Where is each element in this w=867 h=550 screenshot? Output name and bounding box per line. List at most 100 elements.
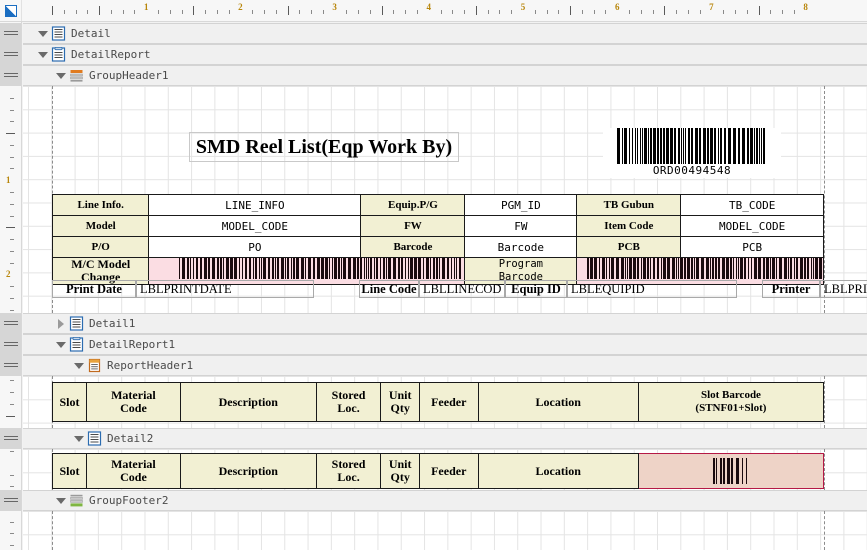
ruler-tick <box>10 215 14 217</box>
ruler-tick <box>723 10 725 14</box>
cell-line-info-label[interactable]: Line Info. <box>51 194 150 216</box>
expander-down-icon[interactable] <box>73 360 84 371</box>
cell-equip-pg-label[interactable]: Equip.P/G <box>360 194 466 216</box>
band-header-reportheader1[interactable]: ReportHeader1 <box>23 355 867 376</box>
slot-header-cell-6[interactable]: Location <box>477 382 639 422</box>
cell-item-code-label[interactable]: Item Code <box>576 215 682 237</box>
print-date-label[interactable]: Print Date <box>52 280 136 298</box>
print-date-value[interactable]: LBLPRINTDATE <box>136 280 314 298</box>
slot-detail-cell-1[interactable]: Material Code <box>85 453 181 489</box>
cell-po-value[interactable]: PO <box>148 236 362 258</box>
slot-detail-cell-2[interactable]: Description <box>179 453 317 489</box>
slot-detail-cell-5[interactable]: Feeder <box>418 453 479 489</box>
cell-tb-gubun-value[interactable]: TB_CODE <box>680 194 824 216</box>
slot-header-cell-0[interactable]: Slot <box>52 382 87 422</box>
slot-detail-table[interactable]: Slot Material Code Description Stored Loc. Uni… <box>52 453 825 489</box>
band-grip-icon <box>4 498 18 504</box>
ruler-corner-button[interactable] <box>0 0 22 21</box>
slot-detail-cell-3[interactable]: Stored Loc. <box>315 453 382 489</box>
ruler-tick <box>10 521 14 523</box>
line-code-label[interactable]: Line Code <box>359 280 419 298</box>
expander-right-icon[interactable] <box>55 318 66 329</box>
ruler-tick <box>676 10 678 14</box>
design-canvas[interactable]: Detail DetailReport GroupHeader1 SMD Ree… <box>23 23 867 550</box>
expander-down-icon[interactable] <box>55 70 66 81</box>
cell-fw-label[interactable]: FW <box>360 215 466 237</box>
cell-barcode-label[interactable]: Barcode <box>360 236 466 258</box>
ruler-tick <box>346 10 348 14</box>
ruler-tick <box>10 403 14 405</box>
ruler-tick <box>10 297 14 299</box>
cell-item-code-value[interactable]: MODEL_CODE <box>680 215 824 237</box>
cell-po-label[interactable]: P/O <box>51 236 150 258</box>
table-row: P/O PO Barcode Barcode PCB PCB <box>51 236 824 258</box>
slot-detail-cell-6[interactable]: Location <box>477 453 639 489</box>
cell-barcode-value[interactable]: Barcode <box>464 236 578 258</box>
ruler-tick <box>10 250 14 252</box>
ruler-tick <box>216 10 218 14</box>
ruler-tick <box>628 10 630 14</box>
table-row: Model MODEL_CODE FW FW Item Code MODEL_C… <box>51 215 824 237</box>
printer-label[interactable]: Printer <box>762 280 820 298</box>
report-title[interactable]: SMD Reel List(Eqp Work By) <box>189 132 459 162</box>
cell-equip-pg-value[interactable]: PGM_ID <box>464 194 578 216</box>
band-header-groupheader1[interactable]: GroupHeader1 <box>23 65 867 86</box>
order-barcode[interactable]: ORD00494548 <box>603 128 781 178</box>
surface-groupfooter2[interactable] <box>23 511 867 550</box>
slot-barcode-cell[interactable] <box>637 453 825 489</box>
band-header-detail2[interactable]: Detail2 <box>23 428 867 449</box>
slot-header-cell-5[interactable]: Feeder <box>418 382 479 422</box>
ruler-tick <box>10 203 14 205</box>
slot-header-table[interactable]: Slot Material Code Description Stored Loc. Uni… <box>52 382 825 422</box>
vertical-ruler[interactable]: 12 <box>0 22 22 550</box>
surface-groupheader1[interactable]: SMD Reel List(Eqp Work By) ORD00494548 L… <box>23 86 867 313</box>
expander-down-icon[interactable] <box>55 339 66 350</box>
band-header-detail1[interactable]: Detail1 <box>23 313 867 334</box>
surface-reportheader1[interactable]: Slot Material Code Description Stored Loc. Uni… <box>23 376 867 428</box>
slot-header-cell-1[interactable]: Material Code <box>85 382 181 422</box>
printer-value[interactable]: LBLPRI <box>820 280 867 298</box>
cell-line-info-value[interactable]: LINE_INFO <box>148 194 362 216</box>
cell-model-label[interactable]: Model <box>51 215 150 237</box>
expander-down-icon[interactable] <box>37 49 48 60</box>
ruler-tick <box>358 10 360 14</box>
ruler-tick <box>134 10 136 14</box>
line-code-value[interactable]: LBLLINECOD <box>419 280 505 298</box>
cell-fw-value[interactable]: FW <box>464 215 578 237</box>
ruler-tick <box>369 10 371 14</box>
expander-down-icon[interactable] <box>73 433 84 444</box>
ruler-band-marker <box>0 65 21 86</box>
band-header-detailreport1[interactable]: DetailReport1 <box>23 334 867 355</box>
slot-header-cell-2[interactable]: Description <box>179 382 317 422</box>
table-row: Slot Material Code Description Stored Loc. Uni… <box>52 382 825 422</box>
slot-detail-cell-4[interactable]: Unit Qty <box>380 453 420 489</box>
ruler-number: 1 <box>6 175 11 186</box>
ruler-tick <box>275 10 277 14</box>
ruler-tick <box>10 545 14 547</box>
horizontal-ruler[interactable]: 1 2 3 4 5 6 7 8 <box>0 0 867 22</box>
expander-down-icon[interactable] <box>37 28 48 39</box>
surface-detail2[interactable]: Slot Material Code Description Stored Loc. Uni… <box>23 449 867 490</box>
expander-down-icon[interactable] <box>55 495 66 506</box>
slot-detail-cell-0[interactable]: Slot <box>52 453 87 489</box>
slot-header-cell-4[interactable]: Unit Qty <box>380 382 420 422</box>
equip-id-label[interactable]: Equip ID <box>505 280 567 298</box>
slot-header-grid: Slot Material Code Description Stored Loc. Uni… <box>52 382 825 422</box>
cell-pcb-label[interactable]: PCB <box>576 236 682 258</box>
band-header-groupfooter2[interactable]: GroupFooter2 <box>23 490 867 511</box>
ruler-tick <box>10 168 14 170</box>
ruler-tick <box>75 10 77 14</box>
equip-id-value[interactable]: LBLEQUIPID <box>567 280 737 298</box>
cell-model-value[interactable]: MODEL_CODE <box>148 215 362 237</box>
info-table[interactable]: Line Info. LINE_INFO Equip.P/G PGM_ID TB… <box>51 194 824 285</box>
slot-header-cell-7[interactable]: Slot Barcode (STNF01+Slot) <box>637 382 825 422</box>
band-header-detail[interactable]: Detail <box>23 23 867 44</box>
ruler-band-marker <box>0 334 21 355</box>
ruler-band-marker <box>0 23 21 44</box>
cell-tb-gubun-label[interactable]: TB Gubun <box>576 194 682 216</box>
ruler-tick <box>593 10 595 14</box>
slot-header-cell-3[interactable]: Stored Loc. <box>315 382 382 422</box>
cell-pcb-value[interactable]: PCB <box>680 236 824 258</box>
ruler-number: 4 <box>426 2 432 12</box>
band-header-detailreport[interactable]: DetailReport <box>23 44 867 65</box>
